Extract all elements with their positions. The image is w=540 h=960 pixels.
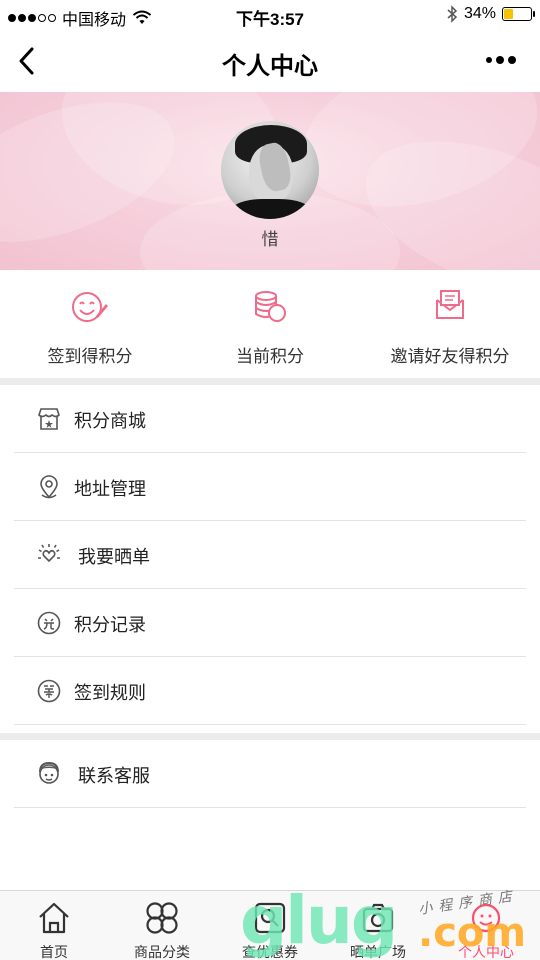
tab-label-share-square: 晒单广场 (350, 944, 406, 960)
tab-coupons[interactable]: 查优惠券 (216, 891, 324, 960)
envelope-icon (436, 290, 464, 319)
clover-icon (146, 902, 178, 934)
avatar[interactable] (221, 121, 319, 219)
current-points-button[interactable]: 当前积分 (180, 270, 360, 378)
tab-home[interactable]: 首页 (0, 891, 108, 960)
menu-list: 积分商城 地址管理 我要晒单 积分记录 签到规则 (0, 385, 540, 725)
current-points-label: 当前积分 (236, 347, 304, 366)
tab-bar: 首页 商品分类 查优惠券 晒单广场 个人中心 (0, 890, 540, 960)
camera-icon (362, 903, 394, 933)
battery-percent: 34% (463, 5, 496, 22)
nav-bar: 个人中心 (0, 30, 540, 92)
sign-rule-icon (37, 679, 61, 703)
tab-label-categories: 商品分类 (134, 944, 190, 960)
coins-icon (255, 291, 286, 322)
menu-item-contact-service[interactable]: 联系客服 (14, 740, 526, 808)
points-row: 签到得积分 当前积分 邀请好友得积分 (0, 270, 540, 378)
store-icon (38, 408, 60, 430)
tab-profile[interactable]: 个人中心 (432, 891, 540, 960)
invite-friends-button[interactable]: 邀请好友得积分 (360, 270, 540, 378)
menu-label-address: 地址管理 (74, 479, 146, 499)
exchange-icon (37, 611, 61, 635)
invite-friends-label: 邀请好友得积分 (390, 347, 510, 366)
sign-in-points-label: 签到得积分 (47, 347, 133, 366)
section-divider-2 (0, 733, 540, 740)
menu-label-points-record: 积分记录 (74, 615, 146, 635)
location-pin-icon (40, 475, 58, 499)
user-icon (471, 903, 501, 933)
tab-label-home: 首页 (40, 944, 68, 960)
username: 惜 (261, 230, 279, 249)
section-divider (0, 378, 540, 385)
bluetooth-icon (447, 5, 458, 23)
sign-in-points-button[interactable]: 签到得积分 (0, 270, 180, 378)
more-dots-icon[interactable] (486, 50, 522, 70)
service-list: 联系客服 (0, 740, 540, 808)
support-icon (39, 761, 59, 784)
menu-item-points-mall[interactable]: 积分商城 (14, 385, 526, 453)
tab-label-coupons: 查优惠券 (242, 944, 298, 960)
menu-label-contact-service: 联系客服 (78, 766, 150, 786)
battery-icon (502, 7, 535, 21)
page-title: 个人中心 (222, 53, 318, 80)
tab-share-square[interactable]: 晒单广场 (324, 891, 432, 960)
menu-item-address[interactable]: 地址管理 (14, 453, 526, 521)
menu-label-share-order: 我要晒单 (78, 547, 150, 567)
menu-label-points-mall: 积分商城 (74, 411, 146, 431)
menu-item-sign-rules[interactable]: 签到规则 (14, 657, 526, 725)
search-coupon-icon (254, 902, 286, 934)
status-right: 34% (446, 5, 535, 23)
home-icon (39, 902, 69, 934)
profile-banner: 惜 (0, 92, 540, 270)
menu-label-sign-rules: 签到规则 (74, 683, 146, 703)
tab-label-profile: 个人中心 (458, 944, 514, 960)
sun-heart-icon (38, 544, 60, 563)
menu-item-share-order[interactable]: 我要晒单 (14, 521, 526, 589)
status-bar: 中国移动 下午3:57 34% (0, 0, 540, 30)
smile-pen-icon (72, 292, 108, 322)
tab-categories[interactable]: 商品分类 (108, 891, 216, 960)
menu-item-points-record[interactable]: 积分记录 (14, 589, 526, 657)
